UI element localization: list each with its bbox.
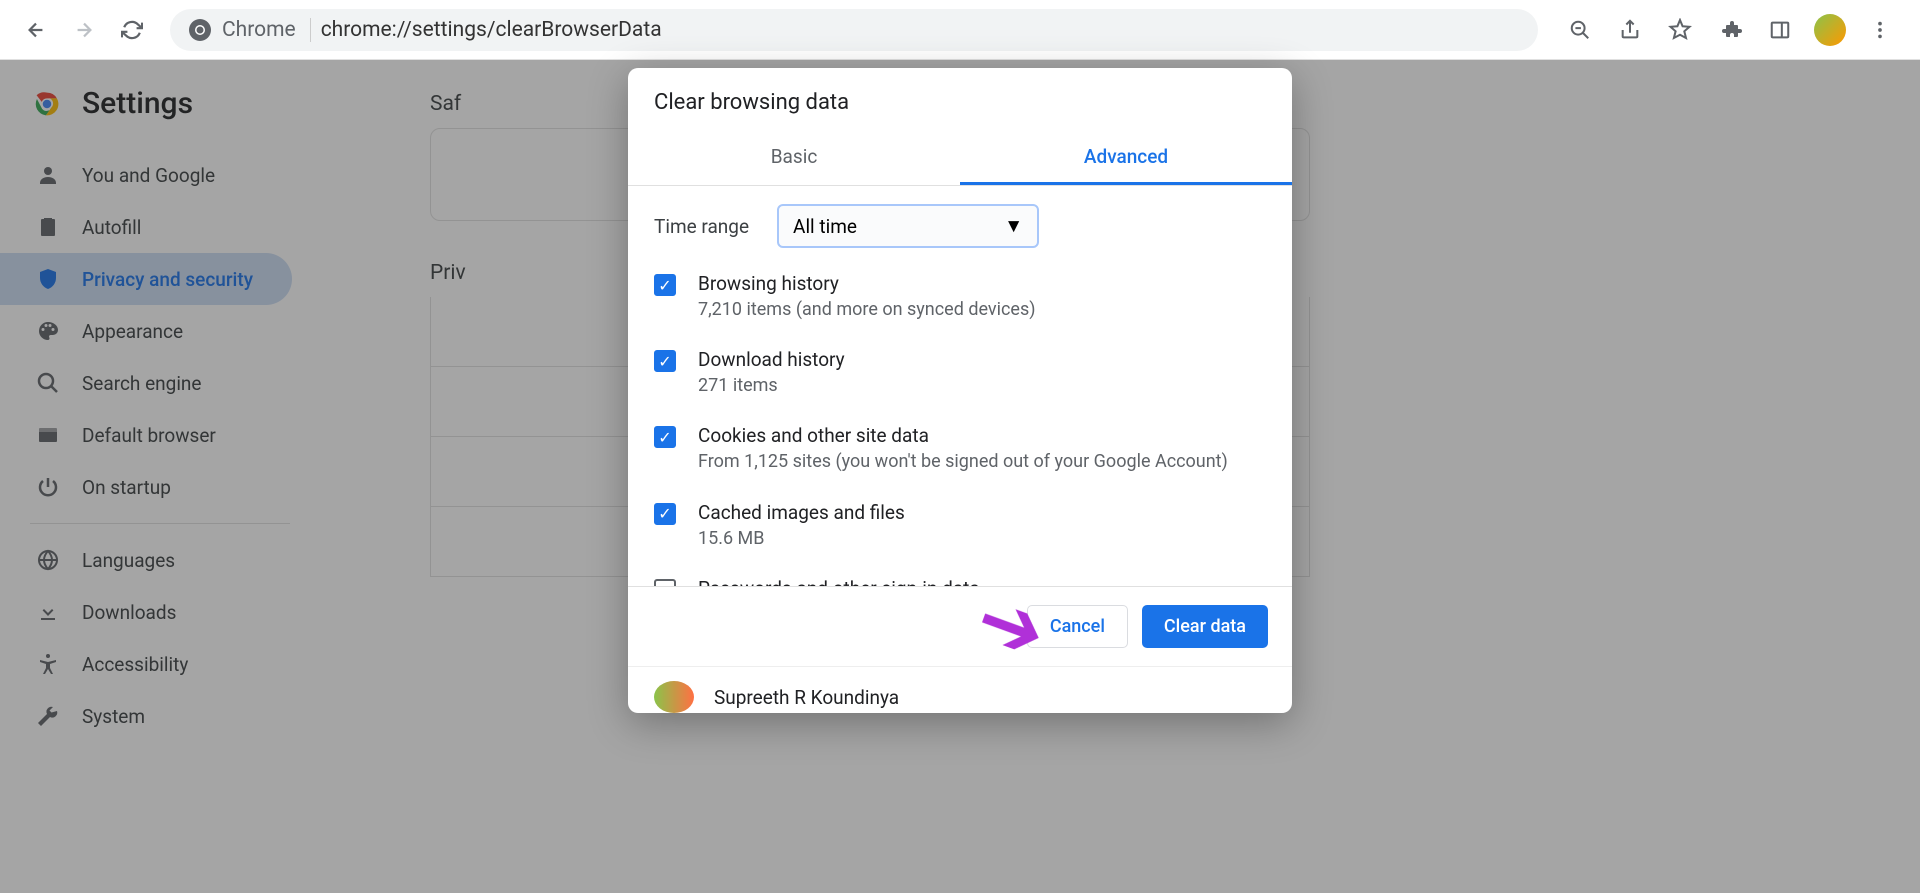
option-sub: 7,210 items (and more on synced devices) (698, 297, 1036, 322)
option-sub: 15.6 MB (698, 526, 905, 551)
zoom-icon[interactable] (1558, 8, 1602, 52)
dialog-title: Clear browsing data (628, 68, 1292, 121)
forward-button[interactable] (66, 12, 102, 48)
option-title: Cached images and files (698, 501, 905, 524)
bookmark-star-icon[interactable] (1658, 8, 1702, 52)
dialog-tabs: Basic Advanced (628, 129, 1292, 186)
tab-basic[interactable]: Basic (628, 129, 960, 185)
option-title: Download history (698, 348, 845, 371)
checkbox[interactable]: ✓ (654, 426, 676, 448)
address-bar[interactable]: Chrome chrome://settings/clearBrowserDat… (170, 9, 1538, 51)
tab-advanced[interactable]: Advanced (960, 129, 1292, 185)
checkbox-row-cookies[interactable]: ✓ Cookies and other site dataFrom 1,125 … (654, 414, 1266, 490)
profile-avatar[interactable] (1808, 8, 1852, 52)
address-app-label: Chrome (222, 18, 311, 42)
dialog-body: Time range All time ▼ ✓ Browsing history… (628, 186, 1292, 586)
address-url: chrome://settings/clearBrowserData (321, 18, 662, 42)
checkbox-row-cache[interactable]: ✓ Cached images and files15.6 MB (654, 491, 1266, 567)
checkbox[interactable]: ✓ (654, 274, 676, 296)
extensions-icon[interactable] (1708, 8, 1752, 52)
checkbox[interactable]: ✓ (654, 503, 676, 525)
dialog-user-row: Supreeth R Koundinya (628, 666, 1292, 713)
menu-kebab-icon[interactable] (1858, 8, 1902, 52)
option-sub: 271 items (698, 373, 845, 398)
checkbox-row-passwords[interactable]: Passwords and other sign-in data69 passw… (654, 567, 1266, 586)
chevron-down-icon: ▼ (1004, 214, 1023, 238)
time-range-row: Time range All time ▼ (654, 186, 1266, 262)
checkbox[interactable]: ✓ (654, 350, 676, 372)
chrome-site-icon (188, 18, 212, 42)
clear-browsing-data-dialog: Clear browsing data Basic Advanced Time … (628, 68, 1292, 713)
clear-data-button[interactable]: Clear data (1142, 605, 1268, 648)
time-range-select[interactable]: All time ▼ (777, 204, 1039, 248)
checkbox-row-download-history[interactable]: ✓ Download history271 items (654, 338, 1266, 414)
option-sub: From 1,125 sites (you won't be signed ou… (698, 449, 1228, 474)
option-title: Passwords and other sign-in data (698, 577, 1266, 586)
dialog-footer: ➔ Cancel Clear data (628, 586, 1292, 666)
user-name: Supreeth R Koundinya (714, 686, 899, 709)
share-icon[interactable] (1608, 8, 1652, 52)
reload-button[interactable] (114, 12, 150, 48)
time-range-label: Time range (654, 215, 749, 238)
back-button[interactable] (18, 12, 54, 48)
option-title: Browsing history (698, 272, 1036, 295)
side-panel-icon[interactable] (1758, 8, 1802, 52)
checkbox-row-browsing-history[interactable]: ✓ Browsing history7,210 items (and more … (654, 262, 1266, 338)
option-title: Cookies and other site data (698, 424, 1228, 447)
user-avatar-icon (654, 681, 694, 713)
time-range-value: All time (793, 215, 857, 238)
cancel-button[interactable]: Cancel (1027, 605, 1128, 648)
browser-toolbar: Chrome chrome://settings/clearBrowserDat… (0, 0, 1920, 60)
checkbox[interactable] (654, 579, 676, 586)
